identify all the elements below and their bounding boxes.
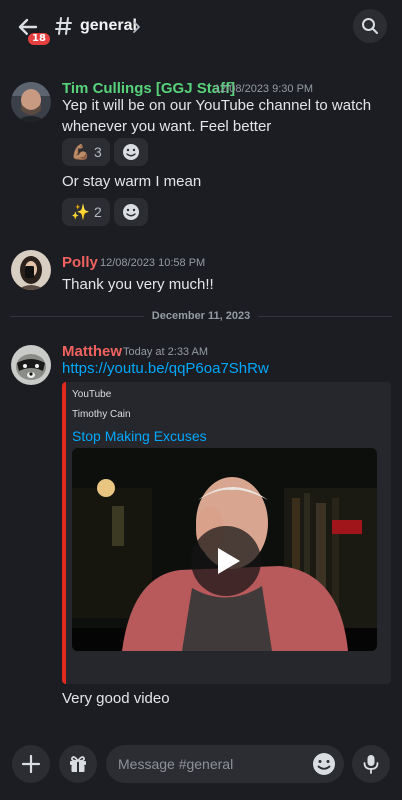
message-timestamp: 12/08/2023 10:58 PM [100,257,206,269]
message-group: Tim Cullings [GGJ Staff] 12/08/2023 9:30… [0,80,402,232]
date-divider-label: December 11, 2023 [143,310,259,322]
link-embed: YouTube Timothy Cain Stop Making Excuses [62,382,391,684]
message-input[interactable] [106,745,344,783]
avatar[interactable] [11,345,51,385]
message-composer [0,738,402,800]
avatar[interactable] [11,250,51,290]
video-thumbnail[interactable] [72,448,377,651]
gift-icon [70,756,86,772]
add-attachment-button[interactable] [12,745,50,783]
date-divider: December 11, 2023 [0,310,402,322]
microphone-icon [363,755,379,774]
embed-author[interactable]: Timothy Cain [72,409,131,420]
chevron-right-icon[interactable] [131,21,141,33]
hash-icon [55,17,72,35]
voice-message-button[interactable] [352,745,390,783]
search-icon [362,18,378,34]
play-icon [218,548,240,574]
reaction-emoji: 💪🏽 [71,144,90,161]
channel-title[interactable]: general [80,17,137,35]
unread-badge: 18 [26,31,52,47]
embed-provider[interactable]: YouTube [72,389,111,400]
emoji-icon [123,204,139,220]
emoji-icon[interactable] [311,751,337,777]
add-reaction-button[interactable] [114,138,148,166]
message-link[interactable]: https://youtu.be/qqP6oa7ShRw [62,358,269,379]
emoji-icon [123,144,139,160]
reaction-chip[interactable]: ✨ 2 [62,198,110,226]
message-text: Yep it will be on our YouTube channel to… [62,97,372,135]
avatar[interactable] [11,82,51,122]
message-timestamp: Today at 2:33 AM [123,346,208,358]
message-text: Very good video [62,690,170,707]
add-reaction-button[interactable] [114,198,148,226]
channel-header: 18 general [0,0,402,54]
message-group: Polly 12/08/2023 10:58 PM Thank you very… [0,250,402,300]
embed-title[interactable]: Stop Making Excuses [72,428,207,444]
plus-icon [21,754,41,774]
message-timestamp: 12/08/2023 9:30 PM [214,83,314,95]
reaction-chip[interactable]: 💪🏽 3 [62,138,110,166]
message-author[interactable]: Polly [62,254,98,271]
gift-button[interactable] [59,745,97,783]
reaction-emoji: ✨ [71,204,90,221]
reaction-count: 3 [94,144,102,160]
message-text: Thank you very much!! [62,276,214,293]
play-button[interactable] [191,526,261,596]
message-text: Or stay warm I mean [62,173,202,190]
reaction-count: 2 [94,204,102,220]
search-button[interactable] [353,9,387,43]
